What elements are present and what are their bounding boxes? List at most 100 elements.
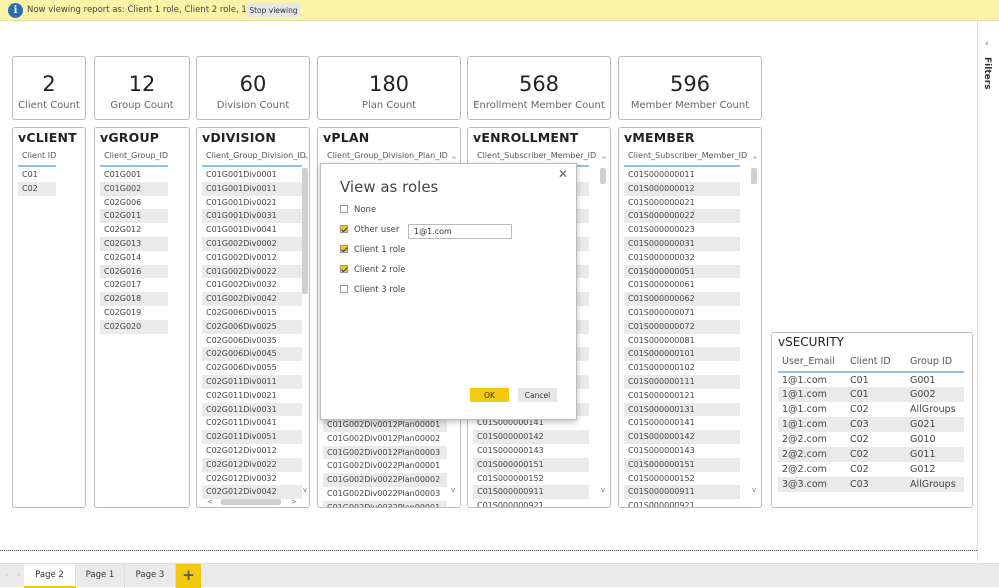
filters-pane[interactable]: ‹ Filters bbox=[977, 21, 999, 561]
checkbox[interactable] bbox=[340, 245, 348, 253]
list-item[interactable]: C02G011Div0011 bbox=[202, 374, 302, 389]
next-page-icon[interactable]: › bbox=[17, 570, 20, 579]
checkbox[interactable] bbox=[340, 265, 348, 273]
list-item[interactable]: C01S000000081 bbox=[624, 334, 740, 348]
list-item[interactable]: C01G002Div0032Plan00001 bbox=[323, 500, 447, 507]
vertical-scrollbar[interactable] bbox=[751, 168, 757, 184]
list-item[interactable]: C01S000000131 bbox=[624, 402, 740, 417]
list-item[interactable]: C02G011Div0041 bbox=[202, 416, 302, 430]
option-client-1-role[interactable]: Client 1 role bbox=[340, 245, 406, 255]
option-none[interactable]: None bbox=[340, 205, 376, 215]
list-item[interactable]: C01S000000062 bbox=[624, 292, 740, 306]
column-header[interactable]: User_Email bbox=[778, 351, 846, 373]
checkbox[interactable] bbox=[340, 205, 348, 213]
list-item[interactable]: C02G012Div0012 bbox=[202, 444, 302, 458]
option-client-2-role[interactable]: Client 2 role bbox=[340, 265, 406, 275]
scroll-down-icon[interactable]: v bbox=[303, 486, 307, 494]
list-item[interactable]: C02G006Div0035 bbox=[202, 334, 302, 348]
list-item[interactable]: C01S000000072 bbox=[624, 319, 740, 334]
prev-page-icon[interactable]: ‹ bbox=[5, 570, 8, 579]
scroll-down-icon[interactable]: v bbox=[752, 486, 756, 494]
list-item[interactable]: C01S000000061 bbox=[624, 278, 740, 292]
list-item[interactable]: C01 bbox=[18, 168, 56, 182]
list-item[interactable]: C01S000000151 bbox=[473, 457, 589, 472]
list-item[interactable]: C01S000000121 bbox=[624, 389, 740, 403]
cancel-button[interactable]: Cancel bbox=[518, 388, 557, 402]
list-item[interactable]: C01S000000143 bbox=[473, 444, 589, 458]
list-item[interactable]: C02G019 bbox=[100, 306, 168, 320]
chevron-left-icon[interactable]: ‹ bbox=[985, 39, 989, 49]
tab-page-3[interactable]: Page 3 bbox=[125, 564, 176, 588]
list-item[interactable]: C01G002Div0012Plan00002 bbox=[323, 432, 447, 446]
vertical-scrollbar[interactable] bbox=[600, 168, 606, 184]
list-item[interactable]: C01G001Div0021 bbox=[202, 196, 302, 210]
list-item[interactable]: C01S000000051 bbox=[624, 264, 740, 279]
list-item[interactable]: C02G017 bbox=[100, 278, 168, 292]
list-item[interactable]: C01S000000152 bbox=[624, 472, 740, 486]
list-item[interactable]: C01S000000921 bbox=[473, 499, 589, 507]
list-item[interactable]: C01G002Div0022Plan00001 bbox=[323, 459, 447, 473]
list-item[interactable]: C01G002Div0042 bbox=[202, 292, 302, 306]
vertical-scrollbar[interactable] bbox=[302, 168, 308, 294]
list-item[interactable]: C01S000000911 bbox=[473, 485, 589, 500]
option-other-user[interactable]: Other user bbox=[340, 225, 399, 235]
list-item[interactable]: C01S000000021 bbox=[624, 196, 740, 210]
list-item[interactable]: C01S000000012 bbox=[624, 181, 740, 196]
list-item[interactable]: C02G011Div0021 bbox=[202, 389, 302, 403]
list-item[interactable]: C01G001Div0031 bbox=[202, 209, 302, 224]
list-item[interactable]: C02G006Div0015 bbox=[202, 306, 302, 320]
list-item[interactable]: C01S000000911 bbox=[624, 485, 740, 500]
option-client-3-role[interactable]: Client 3 role bbox=[340, 285, 406, 295]
checkbox[interactable] bbox=[340, 285, 348, 293]
scroll-up-icon[interactable]: ^ bbox=[303, 156, 309, 164]
list-item[interactable]: C01G002Div0012Plan00001 bbox=[323, 418, 447, 432]
tab-page-1[interactable]: Page 1 bbox=[76, 564, 125, 588]
list-item[interactable]: C02G012 bbox=[100, 223, 168, 237]
list-item[interactable]: C02 bbox=[18, 181, 56, 196]
list-item[interactable]: C01G001 bbox=[100, 168, 168, 182]
scroll-down-icon[interactable]: v bbox=[601, 486, 605, 494]
scroll-up-icon[interactable]: ^ bbox=[752, 156, 758, 164]
list-item[interactable]: C02G012Div0022 bbox=[202, 457, 302, 472]
list-item[interactable]: C02G011Div0051 bbox=[202, 430, 302, 444]
list-item[interactable]: C01G002Div0022Plan00003 bbox=[323, 487, 447, 501]
list-item[interactable]: C01S000000101 bbox=[624, 347, 740, 362]
column-header[interactable]: Client_Group_ID bbox=[100, 148, 168, 167]
scroll-up-icon[interactable]: ^ bbox=[601, 156, 607, 164]
list-item[interactable]: C02G012Div0042 bbox=[202, 485, 302, 500]
close-icon[interactable]: ✕ bbox=[558, 167, 568, 181]
column-header[interactable]: Group ID bbox=[906, 351, 964, 373]
list-item[interactable]: C01S000000011 bbox=[624, 168, 740, 182]
scroll-down-icon[interactable]: v bbox=[451, 486, 455, 494]
list-item[interactable]: C01S000000031 bbox=[624, 236, 740, 251]
list-item[interactable]: C01G001Div0041 bbox=[202, 223, 302, 237]
list-item[interactable]: C02G011 bbox=[100, 209, 168, 224]
column-header[interactable]: Client ID bbox=[846, 351, 906, 373]
list-item[interactable]: C01S000000921 bbox=[624, 499, 740, 507]
list-item[interactable]: C01S000000022 bbox=[624, 209, 740, 224]
list-item[interactable]: C02G006Div0025 bbox=[202, 319, 302, 334]
list-item[interactable]: C01G002Div0022Plan00002 bbox=[323, 473, 447, 487]
list-item[interactable]: C01S000000141 bbox=[624, 416, 740, 430]
list-item[interactable]: C01G002Div0012 bbox=[202, 251, 302, 265]
list-item[interactable]: C02G014 bbox=[100, 251, 168, 265]
list-item[interactable]: C01G002Div0022 bbox=[202, 264, 302, 279]
scroll-right-icon[interactable]: > bbox=[291, 498, 297, 506]
list-item[interactable]: C02G006Div0055 bbox=[202, 361, 302, 375]
list-item[interactable]: C01S000000152 bbox=[473, 472, 589, 486]
column-header[interactable]: Client ID bbox=[18, 148, 56, 167]
list-item[interactable]: C02G020 bbox=[100, 319, 168, 334]
list-item[interactable]: C02G006 bbox=[100, 196, 168, 210]
list-item[interactable]: C02G016 bbox=[100, 264, 168, 279]
list-item[interactable]: C01G001Div0001 bbox=[202, 168, 302, 182]
scroll-left-icon[interactable]: < bbox=[207, 498, 213, 506]
list-item[interactable]: C01G002Div0032 bbox=[202, 278, 302, 292]
tab-page-2[interactable]: Page 2 bbox=[24, 564, 76, 588]
checkbox[interactable] bbox=[340, 225, 348, 233]
list-item[interactable]: C01G002Div0012Plan00003 bbox=[323, 445, 447, 460]
list-item[interactable]: C01S000000071 bbox=[624, 306, 740, 320]
list-item[interactable]: C01S000000151 bbox=[624, 457, 740, 472]
stop-viewing-button[interactable]: Stop viewing bbox=[247, 3, 300, 17]
horizontal-scrollbar[interactable] bbox=[221, 499, 281, 505]
list-item[interactable]: C01S000000143 bbox=[624, 444, 740, 458]
